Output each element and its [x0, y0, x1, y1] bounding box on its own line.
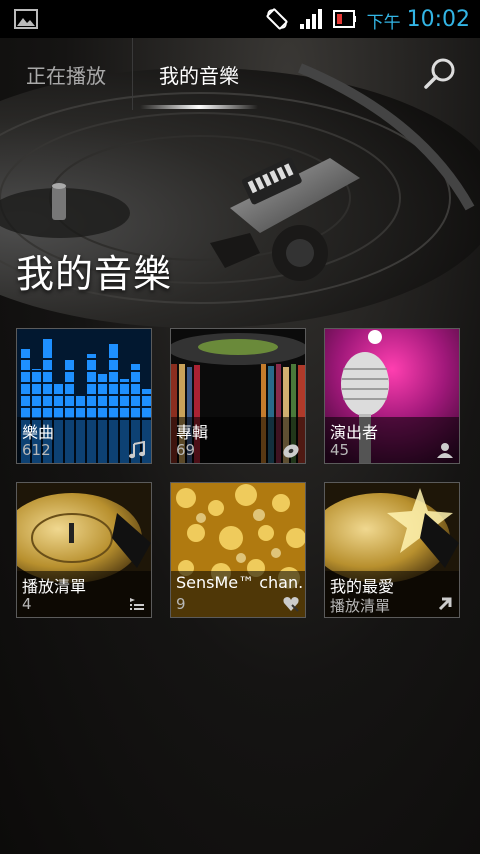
status-bar-right: 下午 10:02 [265, 0, 470, 38]
image-icon [14, 9, 38, 29]
battery-icon [332, 10, 356, 28]
playlist-icon [130, 598, 144, 610]
heart-icon [283, 597, 299, 612]
tile-caption: 播放清單 4 [17, 571, 151, 617]
tile-count: 45 [330, 441, 350, 459]
signal-icon [299, 9, 322, 29]
page-title: 我的音樂 [16, 252, 173, 296]
tile-caption: 演出者 45 [325, 417, 459, 463]
tile-caption: 我的最愛 播放清單 [325, 571, 459, 617]
rotate-icon [266, 8, 288, 30]
tile-playlists[interactable]: 播放清單 4 [16, 482, 152, 618]
status-bar: 下午 10:02 [0, 0, 480, 38]
tile-caption: 樂曲 612 [17, 417, 151, 463]
tile-label: 我的最愛 [330, 577, 395, 596]
tile-songs[interactable]: 樂曲 612 [16, 328, 152, 464]
tile-count: 69 [176, 441, 196, 459]
tile-label: 專輯 [176, 423, 209, 442]
music-note-icon [129, 441, 145, 459]
tile-artists[interactable]: 演出者 45 [324, 328, 460, 464]
tile-label: 演出者 [330, 423, 379, 442]
tile-label: 播放清單 [22, 577, 87, 596]
tile-count: 612 [22, 441, 51, 459]
music-app-screen: 下午 10:02 正在播放 我的音樂 我的音樂 樂曲 612 專輯 69 演出者… [0, 0, 480, 854]
search-icon[interactable] [422, 56, 458, 92]
status-ampm: 下午 [366, 12, 401, 33]
tile-label: SensMe™ chan... [176, 573, 302, 592]
tile-count: 播放清單 [330, 597, 391, 615]
tile-albums[interactable]: 專輯 69 [170, 328, 306, 464]
tile-caption: SensMe™ chan... 9 [171, 571, 305, 617]
shortcut-icon [438, 597, 452, 611]
active-tab-indicator [140, 105, 258, 109]
tile-count: 9 [176, 595, 186, 613]
tile-sensme-channels[interactable]: SensMe™ chan... 9 [170, 482, 306, 618]
tab-now-playing[interactable]: 正在播放 [0, 38, 132, 110]
tile-label: 樂曲 [22, 423, 55, 442]
status-time: 10:02 [406, 6, 470, 32]
tab-bar: 正在播放 我的音樂 [0, 38, 480, 110]
disc-icon [283, 444, 299, 458]
person-icon [437, 443, 453, 458]
tile-caption: 專輯 69 [171, 417, 305, 463]
tab-my-music[interactable]: 我的音樂 [133, 38, 265, 110]
tile-count: 4 [22, 595, 32, 613]
tile-favourites[interactable]: 我的最愛 播放清單 [324, 482, 460, 618]
